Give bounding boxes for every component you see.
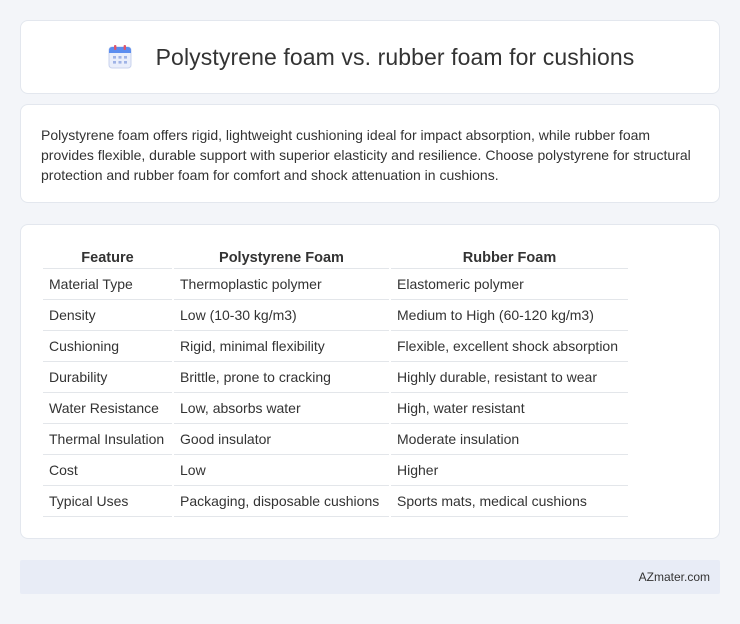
cell-rubber: Highly durable, resistant to wear — [391, 362, 628, 393]
cell-feature: Density — [43, 300, 172, 331]
cell-feature: Cost — [43, 455, 172, 486]
comparison-table: Feature Polystyrene Foam Rubber Foam Mat… — [41, 247, 630, 517]
table-row: Water Resistance Low, absorbs water High… — [43, 393, 628, 424]
cell-rubber: Medium to High (60-120 kg/m3) — [391, 300, 628, 331]
cell-rubber: Elastomeric polymer — [391, 269, 628, 300]
cell-polystyrene: Low (10-30 kg/m3) — [174, 300, 389, 331]
cell-feature: Thermal Insulation — [43, 424, 172, 455]
cell-polystyrene: Packaging, disposable cushions — [174, 486, 389, 517]
header-feature: Feature — [43, 247, 172, 269]
table-row: Cushioning Rigid, minimal flexibility Fl… — [43, 331, 628, 362]
table-row: Thermal Insulation Good insulator Modera… — [43, 424, 628, 455]
cell-feature: Cushioning — [43, 331, 172, 362]
table-row: Material Type Thermoplastic polymer Elas… — [43, 269, 628, 300]
cell-rubber: Flexible, excellent shock absorption — [391, 331, 628, 362]
cell-feature: Durability — [43, 362, 172, 393]
table-row: Density Low (10-30 kg/m3) Medium to High… — [43, 300, 628, 331]
table-row: Cost Low Higher — [43, 455, 628, 486]
cell-rubber: High, water resistant — [391, 393, 628, 424]
cell-feature: Typical Uses — [43, 486, 172, 517]
description-card: Polystyrene foam offers rigid, lightweig… — [20, 104, 720, 203]
cell-rubber: Moderate insulation — [391, 424, 628, 455]
description-text: Polystyrene foam offers rigid, lightweig… — [41, 127, 691, 183]
footer-brand[interactable]: AZmater.com — [639, 570, 710, 584]
footer-bar: AZmater.com — [20, 560, 720, 594]
table-row: Typical Uses Packaging, disposable cushi… — [43, 486, 628, 517]
cell-rubber: Higher — [391, 455, 628, 486]
comparison-table-card: Feature Polystyrene Foam Rubber Foam Mat… — [20, 224, 720, 539]
cell-polystyrene: Low — [174, 455, 389, 486]
cell-feature: Water Resistance — [43, 393, 172, 424]
calendar-icon — [108, 45, 132, 69]
table-header-row: Feature Polystyrene Foam Rubber Foam — [43, 247, 628, 269]
cell-feature: Material Type — [43, 269, 172, 300]
table-row: Durability Brittle, prone to cracking Hi… — [43, 362, 628, 393]
page-title: Polystyrene foam vs. rubber foam for cus… — [155, 43, 635, 70]
cell-polystyrene: Thermoplastic polymer — [174, 269, 389, 300]
title-card: Polystyrene foam vs. rubber foam for cus… — [20, 20, 720, 94]
cell-polystyrene: Low, absorbs water — [174, 393, 389, 424]
cell-polystyrene: Rigid, minimal flexibility — [174, 331, 389, 362]
cell-polystyrene: Brittle, prone to cracking — [174, 362, 389, 393]
header-rubber: Rubber Foam — [391, 247, 628, 269]
cell-polystyrene: Good insulator — [174, 424, 389, 455]
header-polystyrene: Polystyrene Foam — [174, 247, 389, 269]
cell-rubber: Sports mats, medical cushions — [391, 486, 628, 517]
